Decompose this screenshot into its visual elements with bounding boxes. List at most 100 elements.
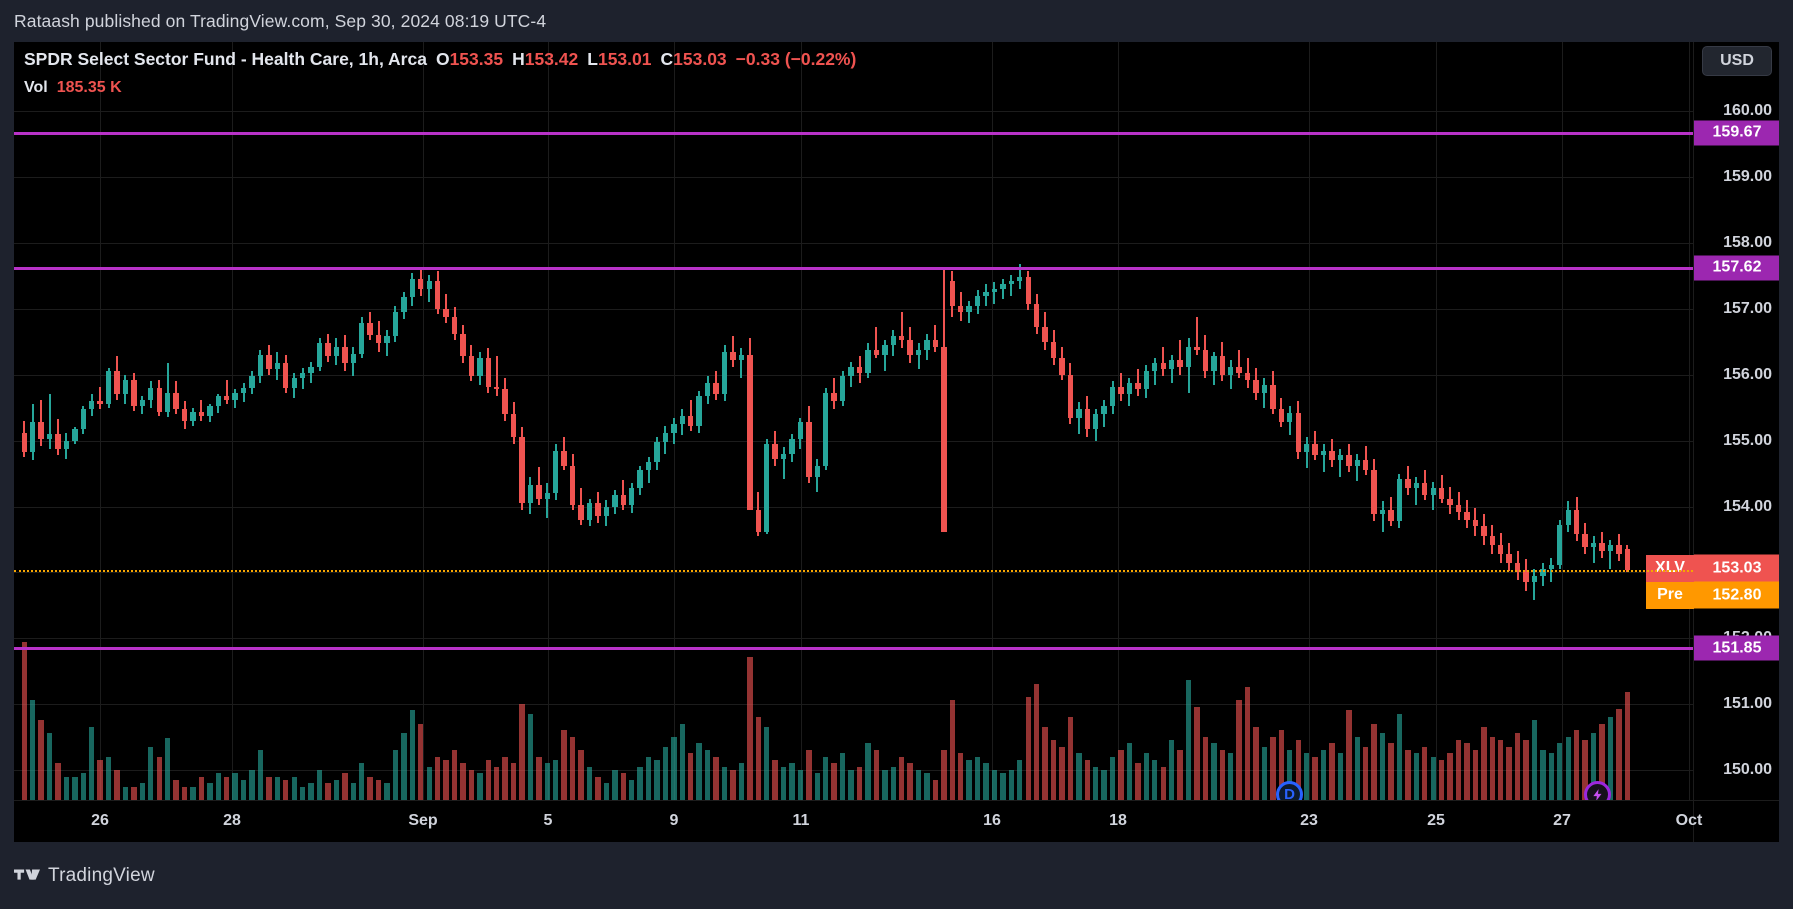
tradingview-logo[interactable]: TradingView [14, 865, 155, 887]
price-tick-label: 154.00 [1723, 497, 1772, 515]
volume-bar [536, 756, 542, 800]
candle-body [873, 349, 880, 355]
time-axis[interactable]: 26 28 Sep 5 9 11 16 18 23 25 27 Oct [14, 800, 1779, 843]
volume-bar [848, 770, 854, 800]
candle-body [561, 450, 567, 466]
horizontal-level-line-0[interactable] [14, 131, 1693, 135]
volume-bar [1573, 730, 1580, 800]
chart-pane[interactable]: D SPDR Select Sector Fund - Health Care, … [14, 42, 1779, 800]
price-tag-premarket[interactable]: 152.80 Pre [1646, 581, 1779, 609]
volume-bar [1008, 770, 1015, 800]
candle-body [1236, 366, 1242, 374]
volume-bar [72, 776, 78, 800]
candle-body [1599, 542, 1605, 552]
volume-bar [89, 726, 95, 800]
time-tick-label: Sep [408, 812, 438, 829]
candle-body [974, 295, 981, 306]
volume-bar [1076, 753, 1082, 800]
candle-body [1464, 511, 1470, 520]
volume-bar [696, 743, 702, 800]
volume-bar [316, 770, 323, 800]
premarket-symbol-tag[interactable]: Pre [1646, 581, 1694, 609]
last-price-symbol-tag[interactable]: XLV [1646, 554, 1694, 582]
candle-wick [968, 300, 971, 324]
candle-body [443, 308, 449, 317]
candle-body [1363, 460, 1369, 471]
grid-line-vertical [232, 42, 233, 800]
volume-bar [1244, 686, 1251, 800]
candle-body [1472, 519, 1479, 527]
price-plot[interactable]: D [14, 42, 1693, 800]
volume-bar [1455, 740, 1462, 800]
volume-bar [350, 783, 356, 800]
volume-bar [662, 746, 669, 800]
volume-bar [1168, 740, 1175, 800]
horizontal-level-line-1[interactable] [14, 266, 1693, 270]
candle-body [1202, 349, 1209, 372]
horizontal-level-line-2[interactable] [14, 647, 1693, 651]
candle-wick [1229, 360, 1232, 390]
candle-wick [1010, 274, 1013, 296]
candle-body [477, 358, 483, 377]
candle-body [274, 362, 281, 370]
grid-line-horizontal [14, 440, 1693, 442]
volume-bar [1050, 740, 1057, 800]
volume-bar [1354, 736, 1360, 800]
candle-body [1295, 412, 1301, 453]
volume-bar [266, 776, 272, 800]
price-tag-last[interactable]: 153.03 XLV [1646, 554, 1779, 582]
candle-body [569, 465, 576, 506]
volume-bar [772, 760, 778, 800]
currency-button[interactable]: USD [1702, 46, 1772, 76]
volume-bar [494, 766, 500, 800]
candle-wick [1322, 443, 1325, 473]
price-tag-resistance-mid[interactable]: 157.62 [1694, 255, 1779, 281]
candle-body [603, 506, 610, 517]
candle-body [848, 366, 854, 377]
volume-bar [780, 766, 787, 800]
volume-bar [164, 738, 171, 800]
volume-bar [1498, 740, 1504, 800]
volume-bar [839, 753, 846, 800]
candle-body [1303, 443, 1310, 453]
price-axis[interactable]: USD 160.00 159.00 158.00 157.00 156.00 155.00 1… [1646, 42, 1779, 800]
candle-body [1185, 347, 1192, 367]
price-tag-value: 157.62 [1712, 258, 1762, 276]
candle-body [1033, 303, 1040, 328]
candle-wick [1592, 536, 1595, 563]
volume-bar [586, 766, 593, 800]
candle-body [1093, 414, 1099, 429]
volume-bar [890, 766, 896, 800]
candle-body [907, 340, 913, 355]
volume-bar [1303, 753, 1310, 800]
volume-bar [1270, 736, 1276, 800]
candle-body [730, 351, 736, 361]
candle-body [1346, 455, 1352, 466]
candle-body [494, 386, 500, 390]
volume-bar [333, 780, 340, 800]
candle-body [325, 343, 331, 357]
candle-body [772, 443, 778, 460]
price-tag-resistance-upper[interactable]: 159.67 [1694, 120, 1779, 146]
volume-bar [814, 773, 820, 800]
candle-body [181, 408, 188, 421]
candle-body [1607, 544, 1614, 552]
candle-body [519, 437, 525, 504]
candle-body [502, 389, 508, 415]
volume-bar [308, 783, 314, 800]
candle-body [1270, 384, 1276, 409]
candle-body [1430, 488, 1436, 495]
candle-body [139, 399, 146, 407]
candle-body [1067, 374, 1074, 418]
candle-body [890, 336, 896, 346]
volume-bar [1194, 706, 1200, 800]
candle-wick [1179, 340, 1182, 375]
candle-body [63, 440, 70, 449]
volume-bar [755, 716, 761, 800]
volume-bar [1430, 756, 1436, 800]
price-tick-label: 151.00 [1723, 695, 1772, 713]
grid-line-horizontal [14, 638, 1693, 640]
price-tag-support-lower[interactable]: 151.85 [1694, 635, 1779, 661]
volume-bar [240, 780, 247, 800]
volume-bar [367, 776, 373, 800]
